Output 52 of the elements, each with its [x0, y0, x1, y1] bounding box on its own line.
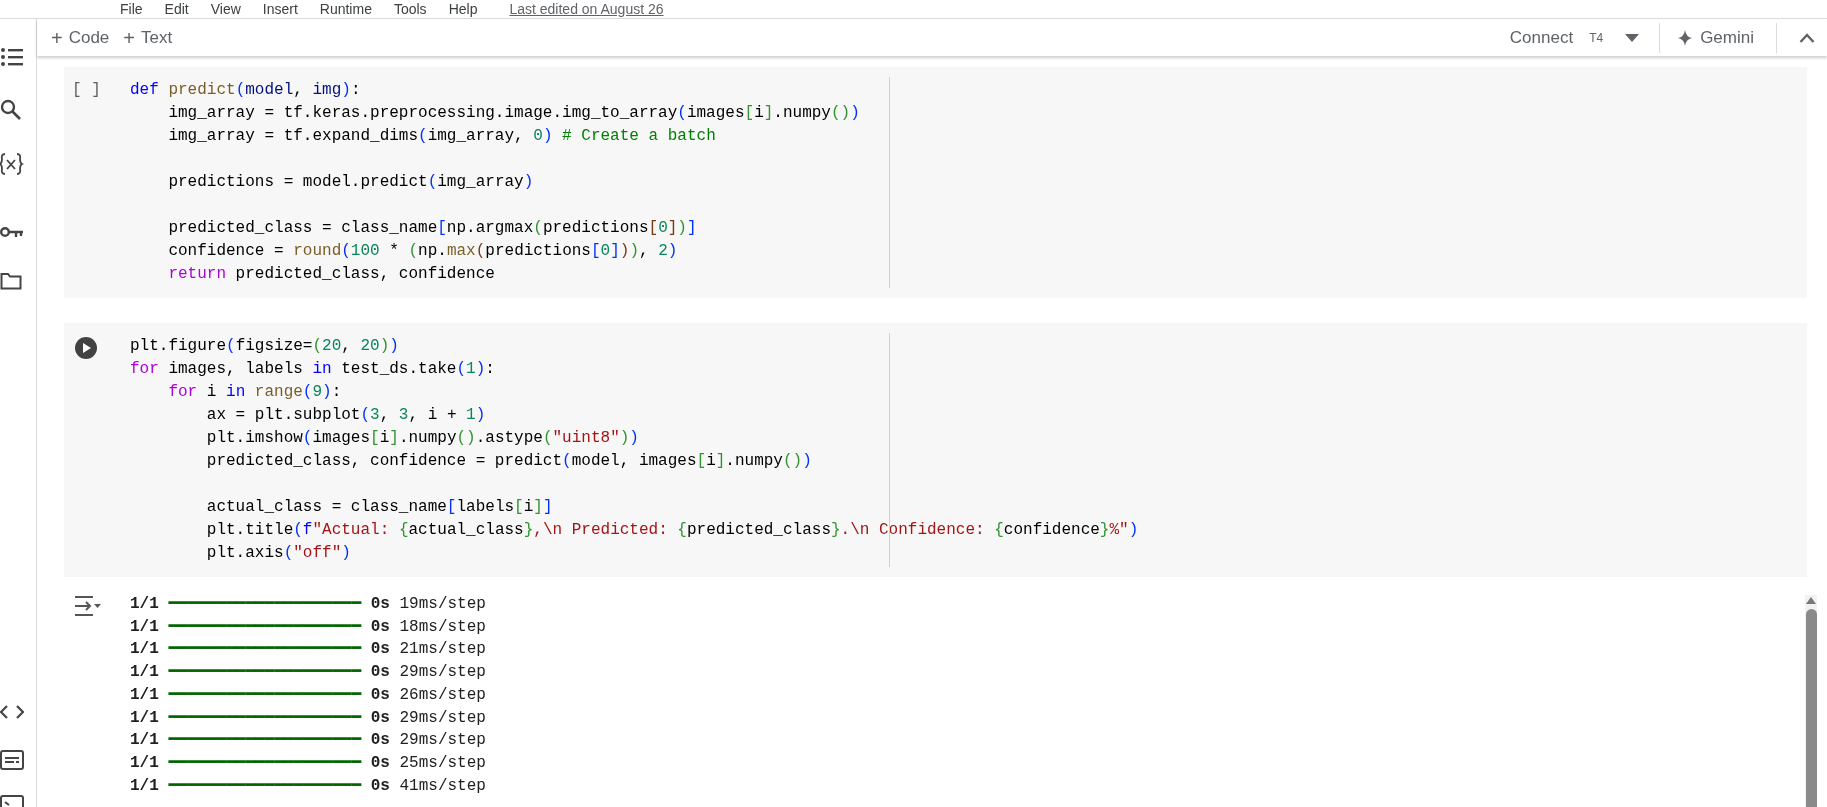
code-line: plt.title(f"Actual: {actual_class},\n Predicted: {predicted_class}.\n Confidence: {confidence}%") [205, 520, 1139, 541]
code-line: img_array = tf.expand_dims(img_array, 0) # Create a batch [167, 126, 717, 147]
sparkle-icon [1678, 29, 1693, 46]
scroll-up-icon[interactable] [1805, 595, 1817, 605]
output-line: 1/1 ━━━━━━━━━━━━━━━━━━━━ 0s 26ms/step [130, 684, 486, 706]
code-line: for i in range(9): [167, 382, 343, 403]
command-palette-icon[interactable] [0, 750, 24, 770]
menu-item[interactable]: Runtime [319, 0, 372, 18]
connect-button[interactable]: Connect T4 [1507, 24, 1606, 51]
table-of-contents-icon[interactable] [0, 47, 24, 67]
code-line: return predicted_class, confidence [167, 264, 496, 285]
code-line: img_array = tf.keras.preprocessing.image.img_to_array(images[i].numpy()) [167, 103, 860, 124]
code-line: plt.axis("off") [205, 543, 352, 564]
output-line: 1/1 ━━━━━━━━━━━━━━━━━━━━ 0s 25ms/step [130, 752, 486, 774]
output-line: 1/1 ━━━━━━━━━━━━━━━━━━━━ 0s 21ms/step [130, 639, 486, 661]
run-button[interactable] [75, 337, 97, 359]
output-line: 1/1 ━━━━━━━━━━━━━━━━━━━━ 0s 18ms/step [130, 616, 486, 638]
code-line: predicted_class = class_name[np.argmax(predictions[0])] [167, 218, 698, 239]
variables-icon[interactable] [0, 151, 24, 177]
cell-prompt[interactable]: [ ] [72, 79, 101, 102]
add-cell-button[interactable]: + Text [119, 22, 177, 53]
search-icon[interactable] [0, 99, 22, 121]
caret-icon[interactable] [1625, 33, 1640, 42]
menu-item[interactable]: Insert [262, 0, 298, 18]
code-line: actual_class = class_name[labels[i]] [205, 497, 554, 518]
last-edited-link[interactable]: Last edited on August 26 [509, 0, 664, 18]
output-line: 1/1 ━━━━━━━━━━━━━━━━━━━━ 0s 19ms/step [130, 594, 486, 615]
output-line: 1/1 ━━━━━━━━━━━━━━━━━━━━ 0s 41ms/step [130, 775, 486, 797]
code-line: for images, labels in test_ds.take(1): [130, 359, 496, 380]
menu-item[interactable]: Help [448, 0, 478, 18]
key-icon[interactable] [0, 225, 24, 239]
code-line: predictions = model.predict(img_array) [167, 172, 535, 193]
output-actions-icon[interactable] [73, 595, 101, 617]
code-line: plt.figure(figsize=(20, 20)) [130, 336, 400, 357]
menu-item[interactable]: Tools [393, 0, 427, 18]
code-line: def predict(model, img): [130, 80, 362, 101]
output-line: 1/1 ━━━━━━━━━━━━━━━━━━━━ 0s 29ms/step [130, 662, 486, 684]
menu-item[interactable]: View [210, 0, 241, 18]
collapse-icon[interactable] [1799, 32, 1815, 43]
output-line: 1/1 ━━━━━━━━━━━━━━━━━━━━ 0s 29ms/step [130, 730, 486, 752]
terminal-icon[interactable] [0, 795, 24, 807]
code-line: confidence = round(100 * (np.max(predictions[0])), 2) [167, 241, 679, 262]
folder-icon[interactable] [0, 272, 22, 290]
output-line: 1/1 ━━━━━━━━━━━━━━━━━━━━ 0s 29ms/step [130, 707, 486, 729]
menu-item[interactable]: Edit [164, 0, 189, 18]
gemini-button[interactable]: Gemini [1678, 24, 1754, 51]
code-line: plt.imshow(images[i].numpy().astype("uint8")) [205, 428, 640, 449]
code-icon[interactable] [0, 705, 24, 719]
code-line: ax = plt.subplot(3, 3, i + 1) [205, 405, 487, 426]
menu-item[interactable]: File [120, 0, 143, 18]
add-cell-button[interactable]: + Code [47, 22, 114, 53]
code-line: predicted_class, confidence = predict(model, images[i].numpy()) [205, 451, 813, 472]
